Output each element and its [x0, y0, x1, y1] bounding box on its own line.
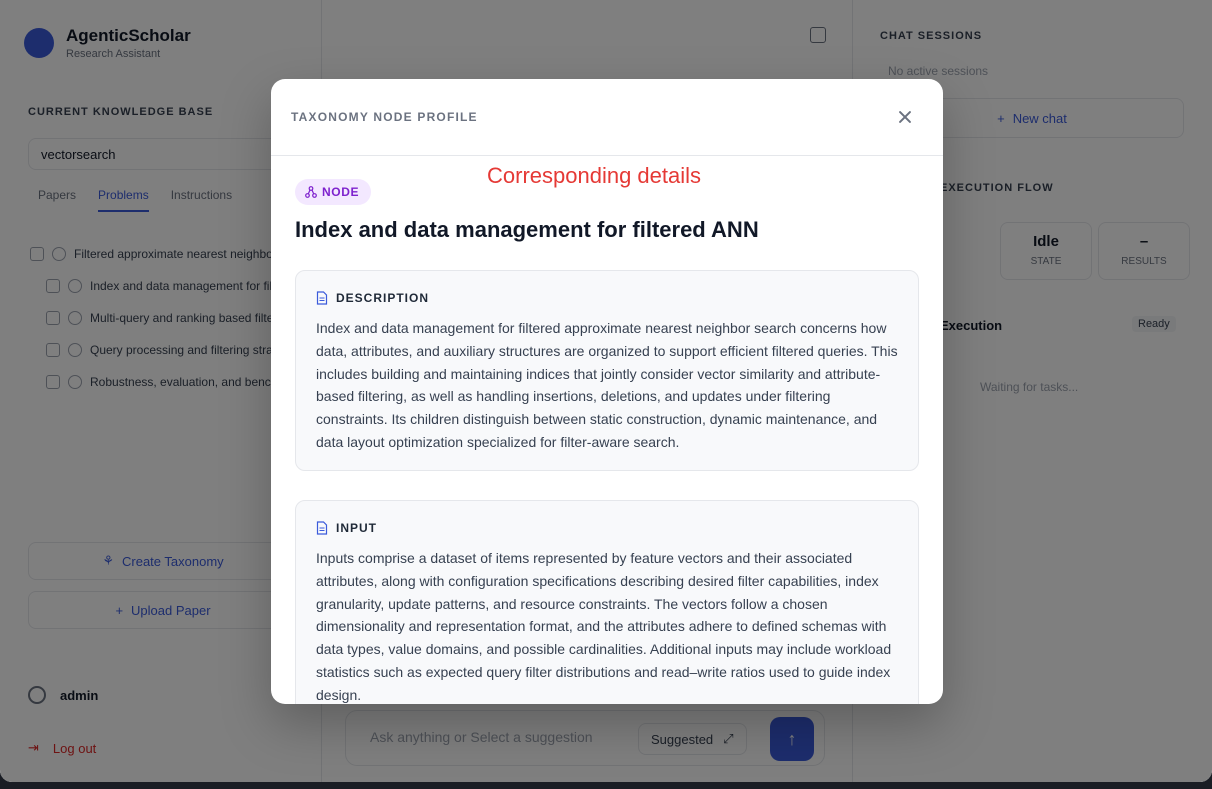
hierarchy-icon: [305, 186, 317, 198]
description-section: DESCRIPTION Index and data management fo…: [295, 270, 919, 471]
taxonomy-node-modal: TAXONOMY NODE PROFILE NODE Index and dat…: [271, 79, 943, 704]
modal-title: TAXONOMY NODE PROFILE: [291, 110, 478, 124]
node-badge-label: NODE: [322, 185, 360, 199]
modal-body[interactable]: NODE Index and data management for filte…: [271, 157, 943, 704]
input-section: INPUT Inputs comprise a dataset of items…: [295, 500, 919, 704]
section-text: Inputs comprise a dataset of items repre…: [316, 550, 892, 703]
section-header: INPUT: [316, 521, 898, 535]
document-icon: [316, 521, 328, 535]
section-text: Index and data management for filtered a…: [316, 320, 898, 450]
section-label: INPUT: [336, 521, 377, 535]
section-label: DESCRIPTION: [336, 291, 430, 305]
document-icon: [316, 291, 328, 305]
annotation-label: Corresponding details: [487, 163, 702, 188]
modal-header: TAXONOMY NODE PROFILE: [271, 79, 943, 156]
node-title: Index and data management for filtered A…: [295, 217, 759, 242]
close-icon[interactable]: [893, 105, 917, 129]
section-header: DESCRIPTION: [316, 291, 898, 305]
node-badge: NODE: [295, 179, 372, 205]
